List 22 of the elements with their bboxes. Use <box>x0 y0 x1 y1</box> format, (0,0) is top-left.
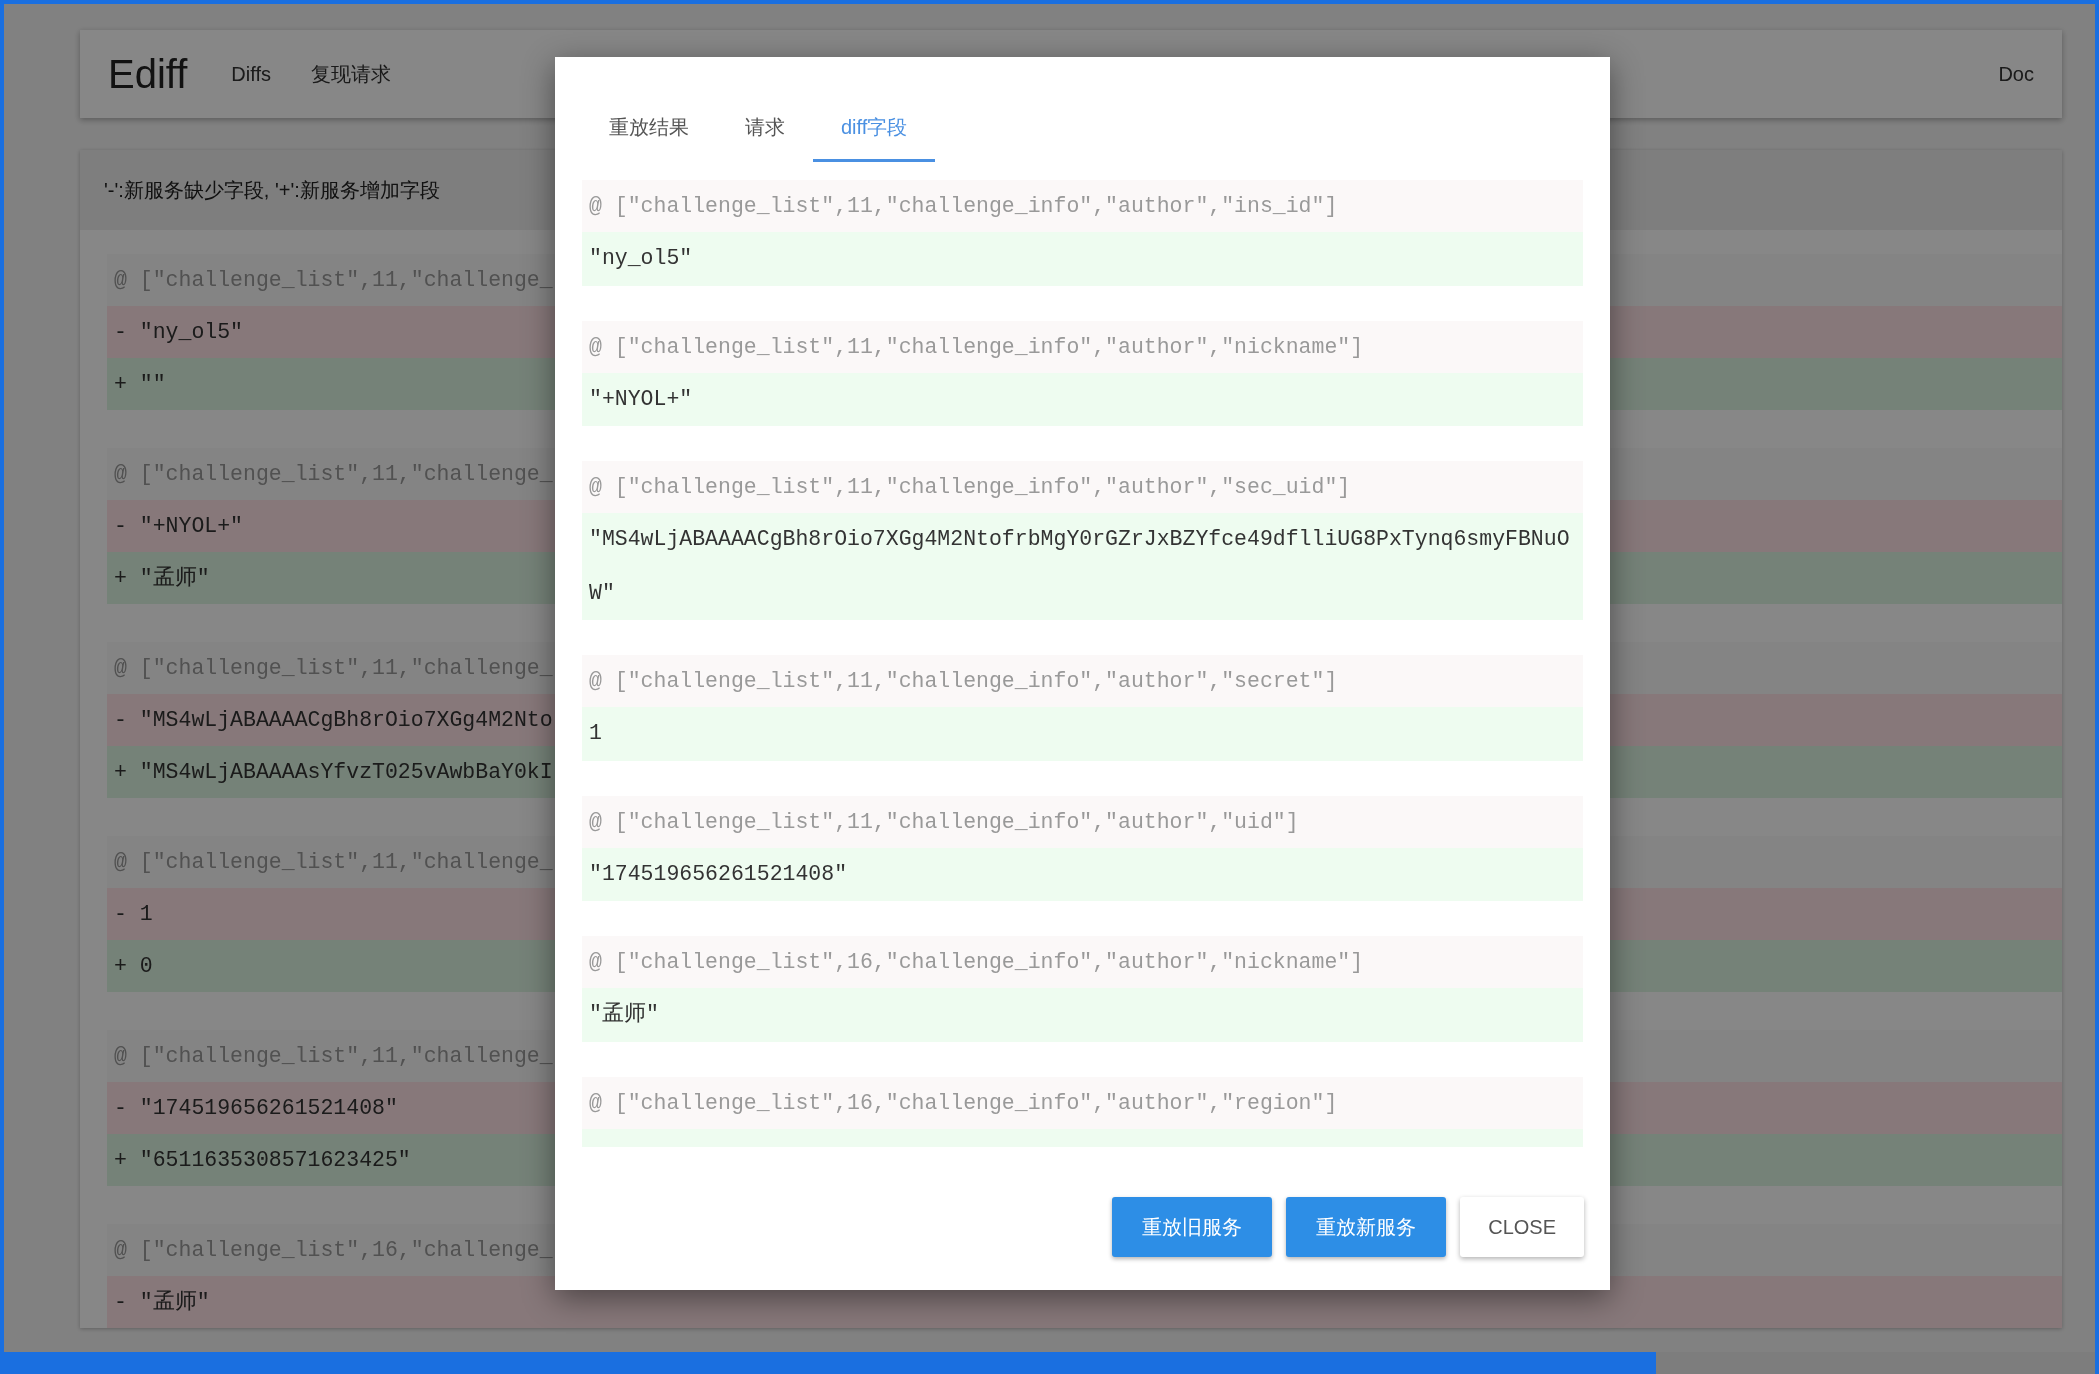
diff-path: @ ["challenge_list",11,"challenge_info","author","sec_uid"] <box>582 461 1583 513</box>
replay-button[interactable]: 重放新服务 <box>1286 1197 1447 1257</box>
diff-path: @ ["challenge_list",11,"challenge_info","author","ins_id"] <box>582 180 1583 232</box>
diff-path: @ ["challenge_list",16,"challenge_info","author","region"] <box>582 1076 1583 1129</box>
diff-value: "孟师" <box>589 1001 659 1028</box>
app-logo[interactable]: Ediff <box>108 44 188 104</box>
diff-value: 1 <box>589 720 602 747</box>
diff-path: @ ["challenge_list",11,"challenge_info","author","uid"] <box>582 795 1583 848</box>
tab[interactable]: 重放结果 <box>581 92 717 162</box>
tab[interactable]: 请求 <box>717 92 813 162</box>
legend-text: '-':新服务缺少字段, '+':新服务增加字段 <box>104 178 440 203</box>
nav-link[interactable]: 复现请求 <box>310 59 391 89</box>
nav-link[interactable]: Diffs <box>231 59 271 89</box>
diff-path: @ ["challenge_list",11,"challenge_info","author","nickname"] <box>582 320 1583 373</box>
close-button[interactable]: CLOSE <box>1460 1197 1584 1257</box>
doc-link[interactable]: Doc <box>1998 59 2034 89</box>
diff-path: @ ["challenge_list",11,"challenge_info","author","secret"] <box>582 655 1583 707</box>
replay-button[interactable]: 重放旧服务 <box>1112 1197 1273 1257</box>
diff-value: "+NYOL+" <box>589 385 693 413</box>
tab[interactable]: diff字段 <box>813 92 936 162</box>
diff-value: "174519656261521408" <box>589 860 848 888</box>
diff-path: @ ["challenge_list",16,"challenge_info","author","nickname"] <box>582 936 1583 988</box>
